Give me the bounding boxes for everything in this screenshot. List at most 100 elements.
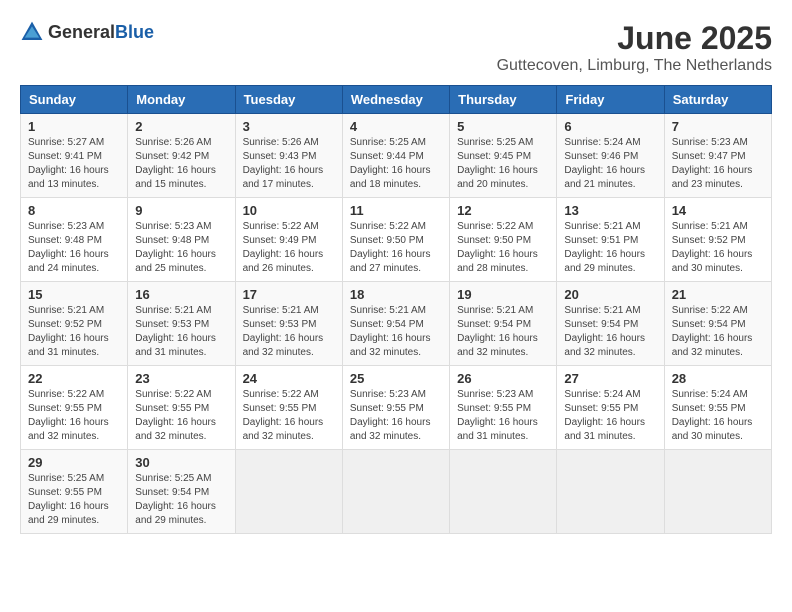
day-number: 24 [243, 371, 335, 386]
day-number: 28 [672, 371, 764, 386]
day-info: Sunrise: 5:26 AM Sunset: 9:43 PM Dayligh… [243, 136, 335, 192]
day-info: Sunrise: 5:23 AM Sunset: 9:48 PM Dayligh… [135, 220, 227, 276]
calendar-cell: 7 Sunrise: 5:23 AM Sunset: 9:47 PM Dayli… [664, 114, 771, 198]
day-info: Sunrise: 5:24 AM Sunset: 9:55 PM Dayligh… [564, 388, 656, 444]
day-info: Sunrise: 5:22 AM Sunset: 9:50 PM Dayligh… [350, 220, 442, 276]
calendar-cell: 22 Sunrise: 5:22 AM Sunset: 9:55 PM Dayl… [21, 366, 128, 450]
calendar-cell: 9 Sunrise: 5:23 AM Sunset: 9:48 PM Dayli… [128, 198, 235, 282]
calendar-cell: 16 Sunrise: 5:21 AM Sunset: 9:53 PM Dayl… [128, 282, 235, 366]
calendar-cell: 17 Sunrise: 5:21 AM Sunset: 9:53 PM Dayl… [235, 282, 342, 366]
day-number: 13 [564, 203, 656, 218]
calendar-table: SundayMondayTuesdayWednesdayThursdayFrid… [20, 85, 772, 534]
day-info: Sunrise: 5:25 AM Sunset: 9:54 PM Dayligh… [135, 472, 227, 528]
day-info: Sunrise: 5:26 AM Sunset: 9:42 PM Dayligh… [135, 136, 227, 192]
day-number: 5 [457, 119, 549, 134]
calendar-cell [342, 450, 449, 534]
day-number: 26 [457, 371, 549, 386]
day-number: 9 [135, 203, 227, 218]
day-info: Sunrise: 5:22 AM Sunset: 9:54 PM Dayligh… [672, 304, 764, 360]
logo-text-general: General [48, 22, 115, 42]
day-info: Sunrise: 5:23 AM Sunset: 9:47 PM Dayligh… [672, 136, 764, 192]
calendar-cell: 15 Sunrise: 5:21 AM Sunset: 9:52 PM Dayl… [21, 282, 128, 366]
day-info: Sunrise: 5:24 AM Sunset: 9:55 PM Dayligh… [672, 388, 764, 444]
day-info: Sunrise: 5:25 AM Sunset: 9:44 PM Dayligh… [350, 136, 442, 192]
weekday-header-monday: Monday [128, 86, 235, 114]
calendar-cell: 18 Sunrise: 5:21 AM Sunset: 9:54 PM Dayl… [342, 282, 449, 366]
calendar-cell: 30 Sunrise: 5:25 AM Sunset: 9:54 PM Dayl… [128, 450, 235, 534]
day-number: 10 [243, 203, 335, 218]
day-number: 3 [243, 119, 335, 134]
calendar-cell: 4 Sunrise: 5:25 AM Sunset: 9:44 PM Dayli… [342, 114, 449, 198]
day-number: 11 [350, 203, 442, 218]
weekday-header-row: SundayMondayTuesdayWednesdayThursdayFrid… [21, 86, 772, 114]
weekday-header-sunday: Sunday [21, 86, 128, 114]
month-title: June 2025 [497, 20, 772, 57]
title-area: June 2025 Guttecoven, Limburg, The Nethe… [497, 20, 772, 75]
calendar-cell [664, 450, 771, 534]
calendar-cell: 12 Sunrise: 5:22 AM Sunset: 9:50 PM Dayl… [450, 198, 557, 282]
day-number: 18 [350, 287, 442, 302]
location-title: Guttecoven, Limburg, The Netherlands [497, 57, 772, 75]
calendar-cell: 20 Sunrise: 5:21 AM Sunset: 9:54 PM Dayl… [557, 282, 664, 366]
day-info: Sunrise: 5:21 AM Sunset: 9:52 PM Dayligh… [28, 304, 120, 360]
calendar-cell: 28 Sunrise: 5:24 AM Sunset: 9:55 PM Dayl… [664, 366, 771, 450]
calendar-cell [235, 450, 342, 534]
calendar-cell: 27 Sunrise: 5:24 AM Sunset: 9:55 PM Dayl… [557, 366, 664, 450]
calendar-cell: 21 Sunrise: 5:22 AM Sunset: 9:54 PM Dayl… [664, 282, 771, 366]
day-info: Sunrise: 5:23 AM Sunset: 9:48 PM Dayligh… [28, 220, 120, 276]
calendar-cell: 3 Sunrise: 5:26 AM Sunset: 9:43 PM Dayli… [235, 114, 342, 198]
calendar-cell: 13 Sunrise: 5:21 AM Sunset: 9:51 PM Dayl… [557, 198, 664, 282]
day-info: Sunrise: 5:22 AM Sunset: 9:50 PM Dayligh… [457, 220, 549, 276]
day-info: Sunrise: 5:21 AM Sunset: 9:51 PM Dayligh… [564, 220, 656, 276]
day-number: 27 [564, 371, 656, 386]
day-number: 12 [457, 203, 549, 218]
weekday-header-tuesday: Tuesday [235, 86, 342, 114]
calendar-cell: 29 Sunrise: 5:25 AM Sunset: 9:55 PM Dayl… [21, 450, 128, 534]
day-info: Sunrise: 5:24 AM Sunset: 9:46 PM Dayligh… [564, 136, 656, 192]
day-number: 20 [564, 287, 656, 302]
day-info: Sunrise: 5:22 AM Sunset: 9:55 PM Dayligh… [243, 388, 335, 444]
calendar-cell: 14 Sunrise: 5:21 AM Sunset: 9:52 PM Dayl… [664, 198, 771, 282]
page-header: GeneralBlue June 2025 Guttecoven, Limbur… [20, 20, 772, 75]
day-info: Sunrise: 5:21 AM Sunset: 9:53 PM Dayligh… [135, 304, 227, 360]
day-info: Sunrise: 5:21 AM Sunset: 9:52 PM Dayligh… [672, 220, 764, 276]
day-info: Sunrise: 5:21 AM Sunset: 9:54 PM Dayligh… [564, 304, 656, 360]
day-info: Sunrise: 5:25 AM Sunset: 9:55 PM Dayligh… [28, 472, 120, 528]
day-info: Sunrise: 5:21 AM Sunset: 9:54 PM Dayligh… [350, 304, 442, 360]
calendar-cell: 23 Sunrise: 5:22 AM Sunset: 9:55 PM Dayl… [128, 366, 235, 450]
day-info: Sunrise: 5:22 AM Sunset: 9:49 PM Dayligh… [243, 220, 335, 276]
day-number: 25 [350, 371, 442, 386]
day-number: 29 [28, 455, 120, 470]
weekday-header-friday: Friday [557, 86, 664, 114]
day-number: 21 [672, 287, 764, 302]
day-number: 14 [672, 203, 764, 218]
day-number: 15 [28, 287, 120, 302]
weekday-header-thursday: Thursday [450, 86, 557, 114]
calendar-cell: 26 Sunrise: 5:23 AM Sunset: 9:55 PM Dayl… [450, 366, 557, 450]
day-number: 1 [28, 119, 120, 134]
day-number: 30 [135, 455, 227, 470]
day-info: Sunrise: 5:22 AM Sunset: 9:55 PM Dayligh… [135, 388, 227, 444]
calendar-cell: 11 Sunrise: 5:22 AM Sunset: 9:50 PM Dayl… [342, 198, 449, 282]
day-number: 22 [28, 371, 120, 386]
day-number: 7 [672, 119, 764, 134]
day-info: Sunrise: 5:23 AM Sunset: 9:55 PM Dayligh… [457, 388, 549, 444]
day-info: Sunrise: 5:25 AM Sunset: 9:45 PM Dayligh… [457, 136, 549, 192]
calendar-cell: 8 Sunrise: 5:23 AM Sunset: 9:48 PM Dayli… [21, 198, 128, 282]
calendar-cell [450, 450, 557, 534]
day-info: Sunrise: 5:27 AM Sunset: 9:41 PM Dayligh… [28, 136, 120, 192]
calendar-cell: 5 Sunrise: 5:25 AM Sunset: 9:45 PM Dayli… [450, 114, 557, 198]
day-info: Sunrise: 5:22 AM Sunset: 9:55 PM Dayligh… [28, 388, 120, 444]
day-info: Sunrise: 5:23 AM Sunset: 9:55 PM Dayligh… [350, 388, 442, 444]
day-number: 17 [243, 287, 335, 302]
logo-text-blue: Blue [115, 22, 154, 42]
calendar-cell: 25 Sunrise: 5:23 AM Sunset: 9:55 PM Dayl… [342, 366, 449, 450]
day-number: 16 [135, 287, 227, 302]
calendar-cell: 10 Sunrise: 5:22 AM Sunset: 9:49 PM Dayl… [235, 198, 342, 282]
calendar-cell: 19 Sunrise: 5:21 AM Sunset: 9:54 PM Dayl… [450, 282, 557, 366]
day-number: 2 [135, 119, 227, 134]
calendar-cell: 1 Sunrise: 5:27 AM Sunset: 9:41 PM Dayli… [21, 114, 128, 198]
day-number: 8 [28, 203, 120, 218]
logo-icon [20, 20, 44, 44]
day-info: Sunrise: 5:21 AM Sunset: 9:53 PM Dayligh… [243, 304, 335, 360]
